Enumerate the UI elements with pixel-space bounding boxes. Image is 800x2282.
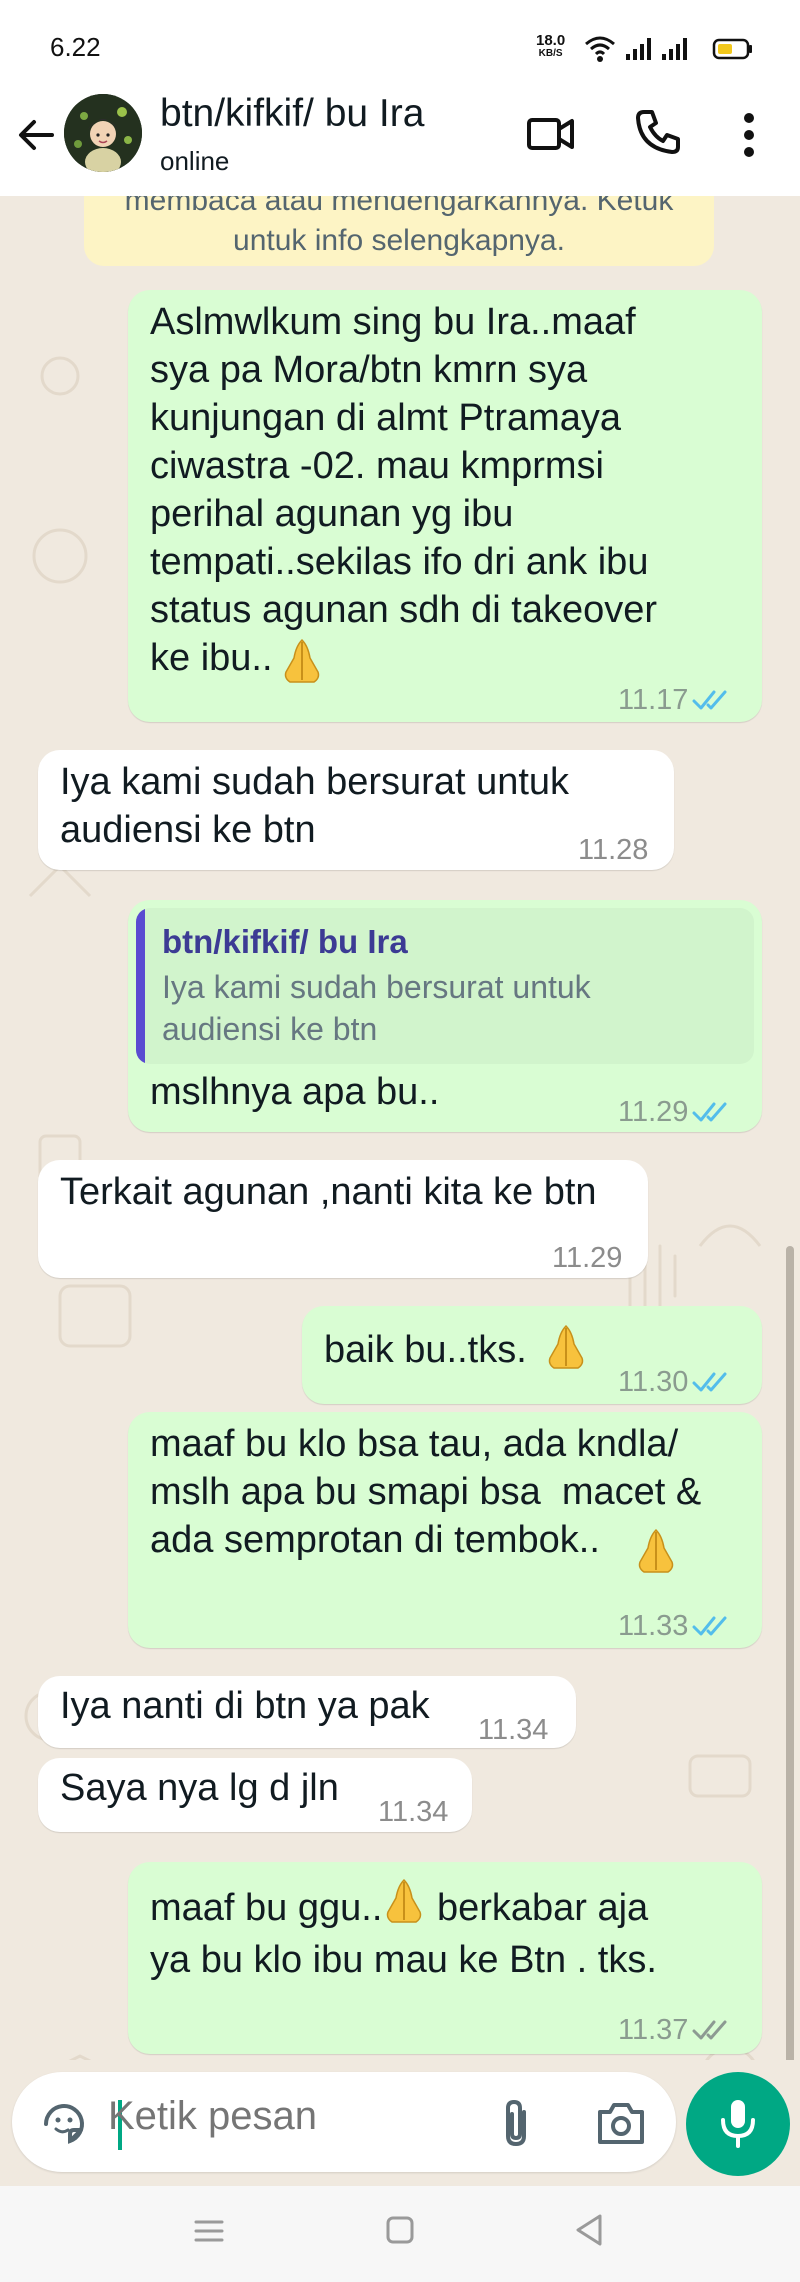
- message-meta: 11.17: [618, 676, 732, 724]
- message-time: 11.37: [618, 2014, 689, 2046]
- folded-hands-emoji: [387, 1878, 422, 1923]
- message-outgoing[interactable]: maaf bu klo bsa tau, ada kndla/ mslh apa…: [128, 1412, 762, 1648]
- net-speed-unit: KB/S: [538, 48, 563, 59]
- delivered-ticks-icon: [692, 2020, 727, 2040]
- message-meta: 11.29: [618, 1088, 732, 1136]
- status-icons: [585, 36, 752, 62]
- message-meta: 11.37: [618, 2006, 732, 2054]
- avatar-image: [64, 94, 142, 172]
- status-time: 6.22: [50, 32, 101, 62]
- chat-scrollbar[interactable]: [786, 1246, 794, 2186]
- message-meta: 11.33: [618, 1602, 732, 1650]
- net-speed-value: 18.0: [536, 32, 566, 49]
- read-ticks-icon: [692, 690, 727, 710]
- message-outgoing-reply[interactable]: btn/kifkif/ bu Ira Iya kami sudah bersur…: [128, 900, 762, 1132]
- battery-icon: [712, 38, 752, 60]
- back-icon[interactable]: [572, 2212, 606, 2248]
- recent-apps-icon[interactable]: [192, 2216, 226, 2246]
- message-text: Aslmwlkum sing bu Ira..maaf sya pa Mora/…: [150, 301, 658, 679]
- chat-area[interactable]: membaca atau mendengarkannya. Ketuk untu…: [0, 196, 800, 2186]
- message-outgoing[interactable]: maaf bu ggu.. berkabar aja ya bu klo ibu…: [128, 1862, 762, 2054]
- folded-hands-emoji: [284, 638, 320, 683]
- message-text-line2: ya bu klo ibu mau ke Btn . tks.: [150, 1939, 657, 1981]
- message-text: Iya nanti di btn ya pak: [60, 1685, 430, 1727]
- back-arrow-icon[interactable]: [14, 112, 60, 158]
- read-ticks-icon: [692, 1372, 727, 1392]
- signal-icon: [662, 38, 687, 60]
- message-text: Iya kami sudah bersurat untuk audiensi k…: [60, 761, 570, 851]
- message-input-bar: [0, 2060, 800, 2186]
- message-time: 11.17: [618, 684, 689, 716]
- message-time: 11.34: [478, 1714, 549, 1746]
- voice-call-icon[interactable]: [634, 108, 682, 156]
- read-ticks-icon: [692, 1102, 727, 1122]
- message-text-part2: berkabar aja: [426, 1887, 649, 1929]
- message-text: maaf bu ggu.. berkabar aja: [150, 1876, 648, 1932]
- message-time: 11.34: [378, 1796, 449, 1828]
- message-time: 11.29: [552, 1242, 623, 1274]
- home-icon[interactable]: [384, 2214, 416, 2246]
- quote-accent-bar: [136, 908, 145, 1064]
- contact-name[interactable]: btn/kifkif/ bu Ira: [160, 92, 424, 136]
- folded-hands-emoji: [548, 1324, 584, 1369]
- message-incoming[interactable]: Iya kami sudah bersurat untuk audiensi k…: [38, 750, 674, 870]
- message-outgoing[interactable]: baik bu..tks. 11.30: [302, 1306, 762, 1404]
- message-time: 11.33: [618, 1610, 689, 1642]
- signal-icon: [626, 38, 651, 60]
- contact-status: online: [160, 146, 230, 176]
- attach-icon[interactable]: [498, 2098, 534, 2150]
- mic-button[interactable]: [686, 2072, 790, 2176]
- folded-hands-emoji: [638, 1528, 674, 1573]
- sticker-icon[interactable]: [40, 2100, 88, 2148]
- mic-icon: [721, 2100, 755, 2148]
- info-banner-line1: membaca atau mendengarkannya. Ketuk: [124, 196, 674, 217]
- system-nav-bar: [0, 2186, 800, 2282]
- message-time: 11.29: [618, 1096, 689, 1128]
- message-text: baik bu..tks.: [324, 1329, 527, 1371]
- message-text: Terkait agunan ,nanti kita ke btn: [60, 1171, 597, 1213]
- quote-text: Iya kami sudah bersurat untuk audiensi k…: [162, 969, 591, 1047]
- message-outgoing[interactable]: Aslmwlkum sing bu Ira..maaf sya pa Mora/…: [128, 290, 762, 722]
- message-time: 11.30: [618, 1366, 689, 1398]
- status-bar: 6.22 18.0 KB/S: [0, 0, 800, 92]
- message-input-container[interactable]: [12, 2072, 676, 2172]
- message-incoming[interactable]: Iya nanti di btn ya pak 11.34: [38, 1676, 576, 1748]
- more-options-icon[interactable]: [742, 112, 756, 158]
- message-incoming[interactable]: Terkait agunan ,nanti kita ke btn 11.29: [38, 1160, 648, 1278]
- avatar[interactable]: [64, 94, 142, 172]
- message-meta: 11.30: [618, 1358, 732, 1406]
- quote-sender: btn/kifkif/ bu Ira: [162, 923, 408, 960]
- wifi-icon: [585, 36, 615, 62]
- chat-header: btn/kifkif/ bu Ira online: [0, 92, 800, 196]
- info-banner-line2: untuk info selengkapnya.: [233, 224, 565, 257]
- encryption-info-banner[interactable]: membaca atau mendengarkannya. Ketuk untu…: [84, 196, 714, 266]
- message-incoming[interactable]: Saya nya lg d jln 11.34: [38, 1758, 472, 1832]
- message-input[interactable]: [108, 2094, 468, 2139]
- camera-icon[interactable]: [596, 2100, 646, 2146]
- video-call-icon[interactable]: [526, 112, 576, 156]
- message-time: 11.28: [578, 834, 649, 866]
- message-text: maaf bu klo bsa tau, ada kndla/ mslh apa…: [150, 1423, 702, 1561]
- quoted-message[interactable]: btn/kifkif/ bu Ira Iya kami sudah bersur…: [136, 908, 754, 1064]
- read-ticks-icon: [692, 1616, 727, 1636]
- message-text: Saya nya lg d jln: [60, 1767, 339, 1809]
- message-text-part1: maaf bu ggu..: [150, 1887, 383, 1929]
- message-text: mslhnya apa bu..: [150, 1071, 440, 1113]
- net-speed: 18.0 KB/S: [536, 32, 566, 60]
